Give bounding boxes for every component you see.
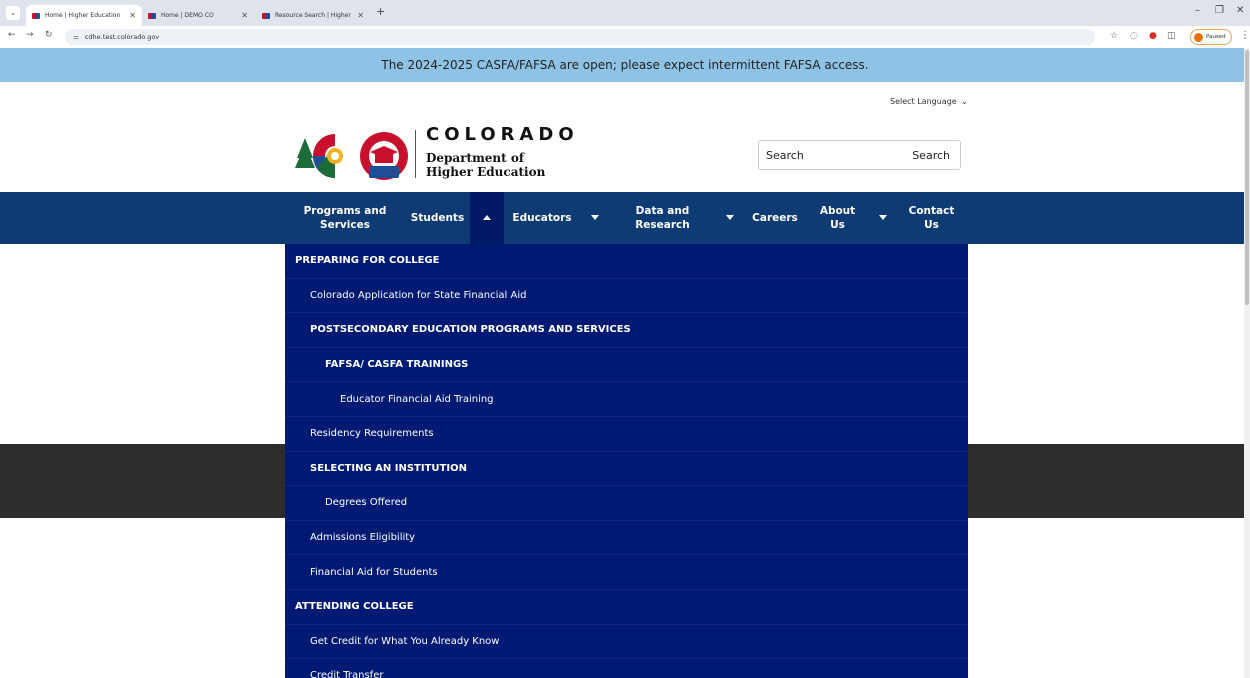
- dropdown-item-casfa[interactable]: Colorado Application for State Financial…: [285, 279, 968, 314]
- logo-department-name: Department of Higher Education: [426, 151, 545, 179]
- caret-down-icon: [726, 215, 734, 220]
- profile-status-label: Paused: [1206, 34, 1226, 40]
- dropdown-item-selecting-an-institution[interactable]: SELECTING AN INSTITUTION: [285, 452, 968, 487]
- tab-home-higher-education[interactable]: Home | Higher Education ✕: [26, 5, 142, 26]
- dropdown-item-postsecondary-programs[interactable]: POSTSECONDARY EDUCATION PROGRAMS AND SER…: [285, 313, 968, 348]
- tab-search-button[interactable]: ⌄: [6, 6, 20, 20]
- colorado-logo-mark-icon: [295, 132, 408, 180]
- browser-menu-icon[interactable]: ⋮: [1240, 30, 1250, 41]
- tab-resource-search[interactable]: Resource Search | Higher Educ ✕: [256, 5, 370, 26]
- extensions-puzzle-icon[interactable]: ◫: [1167, 31, 1176, 41]
- restore-icon[interactable]: ❐: [1215, 5, 1224, 16]
- nav-students[interactable]: Students: [405, 192, 470, 244]
- page-scrollbar-thumb[interactable]: [1245, 50, 1249, 305]
- cdhe-logo[interactable]: COLORADO Department of Higher Education: [295, 124, 585, 186]
- dropdown-item-admissions-eligibility[interactable]: Admissions Eligibility: [285, 521, 968, 556]
- chevron-down-icon: ⌄: [960, 97, 969, 107]
- dropdown-item-financial-aid-for-students[interactable]: Financial Aid for Students: [285, 555, 968, 590]
- alert-text: The 2024-2025 CASFA/FAFSA are open; plea…: [381, 58, 869, 72]
- dropdown-item-credit-transfer[interactable]: Credit Transfer: [285, 659, 968, 678]
- nav-educators[interactable]: Educators: [504, 192, 580, 244]
- tab-title: Home | Higher Education: [45, 12, 121, 19]
- dropdown-item-educator-financial-aid-training[interactable]: Educator Financial Aid Training: [285, 382, 968, 417]
- logo-divider: [415, 130, 416, 178]
- dropdown-item-fafsa-casfa-trainings[interactable]: FAFSA/ CASFA TRAININGS: [285, 348, 968, 383]
- site-info-icon[interactable]: ⚌: [73, 29, 79, 45]
- nav-data-and-research[interactable]: Data and Research: [610, 192, 715, 244]
- close-tab-icon[interactable]: ✕: [241, 11, 248, 20]
- tab-home-demo-co[interactable]: Home | DEMO CO ✕: [142, 5, 254, 26]
- bookmark-star-icon[interactable]: ☆: [1110, 31, 1118, 41]
- forward-icon[interactable]: →: [26, 30, 34, 40]
- main-navigation-bar: Programs and Services Students Educators…: [0, 192, 1250, 244]
- back-icon[interactable]: ←: [8, 30, 16, 40]
- language-selector[interactable]: Select Language ⌄: [890, 97, 968, 107]
- adblock-icon[interactable]: ●: [1149, 31, 1157, 41]
- extension-icon[interactable]: ◌: [1130, 31, 1138, 41]
- browser-tab-bar: ⌄ Home | Higher Education ✕ Home | DEMO …: [0, 0, 1250, 26]
- dropdown-item-degrees-offered[interactable]: Degrees Offered: [285, 486, 968, 521]
- tab-title: Resource Search | Higher Educ: [275, 12, 352, 19]
- avatar: [1194, 32, 1203, 42]
- students-dropdown-menu: PREPARING FOR COLLEGE Colorado Applicati…: [285, 244, 968, 678]
- nav-programs-and-services[interactable]: Programs and Services: [285, 192, 405, 244]
- tab-title: Home | DEMO CO: [161, 12, 214, 19]
- search-input[interactable]: [759, 141, 899, 169]
- nav-contact-us[interactable]: Contact Us: [895, 192, 968, 244]
- close-window-icon[interactable]: ✕: [1236, 5, 1244, 16]
- nav-about-us[interactable]: About Us: [805, 192, 870, 244]
- reload-icon[interactable]: ↻: [45, 30, 53, 40]
- site-search: Search: [758, 140, 961, 170]
- dropdown-item-attending-college[interactable]: ATTENDING COLLEGE: [285, 590, 968, 625]
- caret-down-icon: [879, 215, 887, 220]
- cdhe-favicon-icon: [32, 12, 40, 19]
- language-label: Select Language: [890, 97, 957, 106]
- close-tab-icon[interactable]: ✕: [357, 11, 364, 20]
- cdhe-favicon-icon: [148, 12, 156, 19]
- close-tab-icon[interactable]: ✕: [129, 11, 136, 20]
- profile-paused-button[interactable]: Paused: [1190, 29, 1232, 45]
- caret-up-icon: [483, 215, 491, 220]
- educators-submenu-toggle[interactable]: [580, 192, 610, 244]
- dropdown-item-residency-requirements[interactable]: Residency Requirements: [285, 417, 968, 452]
- data-research-submenu-toggle[interactable]: [715, 192, 745, 244]
- browser-toolbar: ← → ↻ ⚌ cdhe.test.colorado.gov ☆ ◌ ● ◫ Pa…: [0, 26, 1250, 48]
- logo-dept-line2: Higher Education: [426, 165, 546, 179]
- about-submenu-toggle[interactable]: [870, 192, 895, 244]
- dropdown-item-preparing-for-college[interactable]: PREPARING FOR COLLEGE: [285, 244, 968, 279]
- students-submenu-toggle[interactable]: [470, 192, 504, 244]
- dropdown-item-get-credit[interactable]: Get Credit for What You Already Know: [285, 625, 968, 660]
- address-bar[interactable]: ⚌ cdhe.test.colorado.gov: [65, 29, 1095, 45]
- minimize-icon[interactable]: –: [1195, 5, 1200, 16]
- caret-down-icon: [591, 215, 599, 220]
- web-page: The 2024-2025 CASFA/FAFSA are open; plea…: [0, 48, 1250, 678]
- alert-banner: The 2024-2025 CASFA/FAFSA are open; plea…: [0, 48, 1250, 82]
- new-tab-icon[interactable]: +: [376, 5, 385, 18]
- logo-dept-line1: Department of: [426, 151, 525, 165]
- main-menu: Programs and Services Students Educators…: [285, 192, 968, 244]
- nav-careers[interactable]: Careers: [745, 192, 805, 244]
- cdhe-favicon-icon: [262, 12, 270, 19]
- search-button[interactable]: Search: [906, 141, 956, 169]
- logo-state-name: COLORADO: [426, 124, 579, 145]
- url-text: cdhe.test.colorado.gov: [84, 33, 160, 41]
